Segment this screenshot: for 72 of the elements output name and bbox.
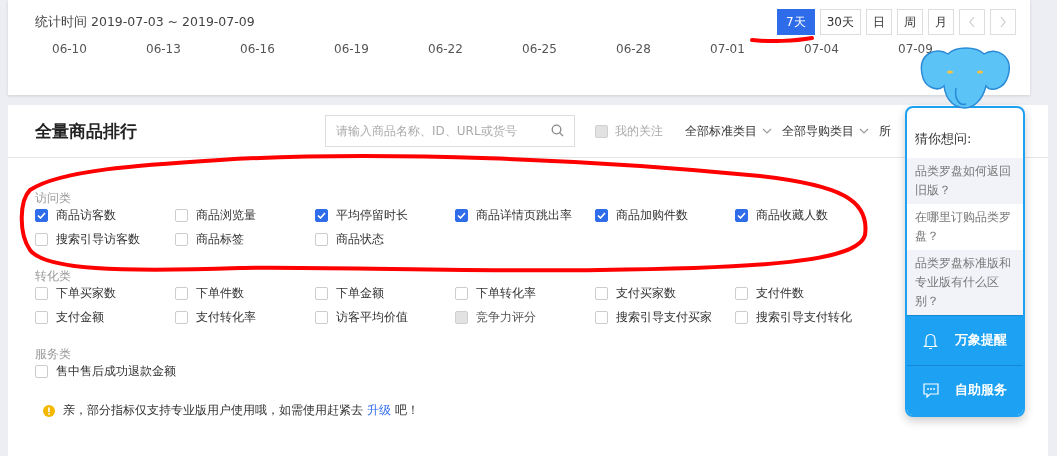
period-label: 统计时间 2019-07-03 ~ 2019-07-09 [35, 13, 255, 31]
checkbox-label[interactable]: 商品标签 [196, 230, 244, 248]
axis-label: 07-04 [804, 42, 840, 56]
search-field[interactable]: 请输入商品名称、ID、URL或货号 [325, 115, 575, 147]
checkbox-label[interactable]: 支付金额 [56, 308, 104, 326]
check-icon [597, 211, 606, 219]
check-icon [317, 211, 326, 219]
checkbox-label[interactable]: 商品加购件数 [616, 206, 688, 224]
search-icon [551, 124, 564, 137]
section-title: 全量商品排行 [35, 119, 138, 143]
checkbox-label[interactable]: 下单件数 [196, 284, 244, 302]
check-icon [737, 211, 746, 219]
range-tab[interactable]: 30天 [819, 9, 861, 35]
axis-label: 06-10 [52, 42, 88, 56]
range-tab[interactable]: 周 [897, 9, 923, 35]
checkbox-label[interactable]: 访客平均价值 [336, 308, 408, 326]
checkbox-label[interactable]: 搜索引导支付买家 [616, 308, 712, 326]
checkbox-label[interactable]: 支付买家数 [616, 284, 676, 302]
range-tab[interactable]: 7天 [776, 9, 815, 35]
chevron-down-icon [762, 128, 772, 134]
axis-label: 07-01 [710, 42, 746, 56]
checkbox-label[interactable]: 支付件数 [756, 284, 804, 302]
category-dropdown[interactable]: 所 [879, 122, 891, 140]
warning-icon [43, 404, 55, 417]
next-button[interactable] [990, 9, 1016, 35]
check-icon [457, 211, 466, 219]
checkbox-label[interactable]: 搜索引导支付转化 [756, 308, 852, 326]
chevron-right-icon [999, 16, 1007, 28]
bell-icon [923, 332, 939, 349]
checkbox-label[interactable]: 平均停留时长 [336, 206, 408, 224]
checkbox[interactable] [735, 208, 748, 222]
axis-label: 06-19 [334, 42, 370, 56]
check-icon [37, 211, 46, 219]
axis-label: 06-16 [240, 42, 276, 56]
checkbox-label[interactable]: 下单买家数 [56, 284, 116, 302]
panel-title: 猜你想问: [914, 130, 973, 148]
checkbox-label[interactable]: 搜索引导访客数 [56, 230, 140, 248]
axis-label: 06-13 [146, 42, 182, 56]
axis-label: 06-22 [428, 42, 464, 56]
upgrade-link[interactable]: 升级 [366, 403, 391, 417]
group-heading: 转化类 [35, 268, 71, 285]
category-dropdown[interactable]: 全部导购类目 [782, 122, 854, 140]
checkbox-label[interactable]: 售中售后成功退款金额 [56, 362, 176, 380]
chat-icon [923, 382, 939, 399]
checkbox-label[interactable]: 支付转化率 [196, 308, 256, 326]
question-link[interactable]: 品类罗盘如何返回旧版？ [907, 158, 1023, 204]
checkbox-label[interactable]: 下单金额 [336, 284, 384, 302]
checkbox[interactable] [315, 208, 328, 222]
range-tab[interactable]: 日 [866, 9, 892, 35]
underline-mark [750, 36, 814, 44]
axis-label: 07-09 [898, 42, 934, 56]
checkbox[interactable] [455, 208, 468, 222]
category-dropdown[interactable]: 全部标准类目 [685, 122, 757, 140]
range-tab[interactable]: 月 [928, 9, 954, 35]
group-heading: 访问类 [35, 190, 71, 207]
checkbox[interactable] [35, 208, 48, 222]
question-link[interactable]: 在哪里订购品类罗盘？ [907, 204, 1023, 250]
checkbox[interactable] [595, 208, 608, 222]
group-heading: 服务类 [35, 346, 71, 363]
checkbox-label[interactable]: 商品详情页跳出率 [476, 206, 572, 224]
checkbox-label[interactable]: 商品收藏人数 [756, 206, 828, 224]
chevron-left-icon [968, 16, 976, 28]
previous-button[interactable] [959, 9, 985, 35]
checkbox-label[interactable]: 商品浏览量 [196, 206, 256, 224]
checkbox-label[interactable]: 商品状态 [336, 230, 384, 248]
axis-label: 06-28 [616, 42, 652, 56]
chevron-down-icon [859, 128, 869, 134]
question-link[interactable]: 品类罗盘标准版和专业版有什么区别？ [907, 250, 1023, 315]
axis-label: 06-25 [522, 42, 558, 56]
checkbox-label[interactable]: 下单转化率 [476, 284, 536, 302]
notice-text: 亲，部分指标仅支持专业版用户使用哦，如需使用赶紧去 升级 吧！ [63, 402, 419, 419]
checkbox-label[interactable]: 商品访客数 [56, 206, 116, 224]
